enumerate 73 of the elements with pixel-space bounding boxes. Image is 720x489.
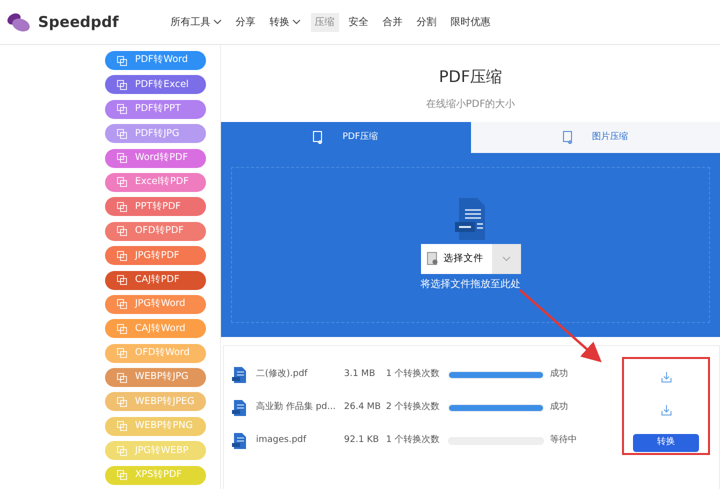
document-icon (117, 177, 127, 188)
document-icon (117, 104, 127, 114)
sidebar-item[interactable]: Excel转PDF (105, 172, 206, 192)
file-size: 92.1 KB (344, 434, 380, 448)
file-icon (426, 252, 438, 266)
sidebar-item[interactable]: JPG转PDF (105, 246, 206, 266)
document-icon (117, 421, 127, 432)
sidebar-item[interactable]: PPT转PDF (105, 197, 206, 216)
nav-link[interactable]: 分享 (232, 12, 260, 32)
document-icon (117, 299, 127, 310)
document-icon (117, 226, 127, 236)
nav-link[interactable]: 所有工具 (166, 12, 226, 32)
document-icon (117, 324, 127, 334)
conversion-count: 2 个转换次数 (386, 401, 441, 414)
file-name: images.pdf (256, 434, 308, 448)
document-icon (117, 250, 127, 261)
download-button[interactable] (660, 404, 672, 416)
download-button[interactable] (660, 372, 672, 382)
document-icon (117, 202, 127, 212)
nav-link[interactable]: 分割 (412, 12, 441, 32)
file-icon (313, 130, 324, 144)
download-icon (660, 404, 672, 416)
file-status: 成功 (550, 401, 568, 414)
download-icon (660, 372, 672, 382)
nav-link[interactable]: 压缩 (310, 12, 339, 32)
pdf-file-icon (232, 433, 246, 449)
file-size: 3.1 MB (344, 368, 376, 382)
conversion-count: 1 个转换次数 (386, 434, 441, 448)
file-icon (562, 130, 574, 144)
document-icon (117, 470, 127, 480)
sidebar-item[interactable]: OFD转PDF (105, 222, 206, 241)
sidebar-item[interactable]: OFD转Word (105, 344, 206, 363)
sidebar-item[interactable]: WEBP转JPG (105, 368, 206, 388)
file-name: 二(修改).pdf (256, 368, 308, 382)
sidebar-item[interactable]: PDF转Word (105, 51, 206, 70)
sidebar-item[interactable]: PDF转JPG (105, 124, 206, 144)
sidebar-item[interactable]: PDF转PPT (105, 100, 206, 119)
file-name: 高业勤 作品集 pd... (256, 401, 337, 414)
pdf-file-icon (232, 400, 246, 416)
caret-icon (502, 256, 510, 262)
page-title: PDF压缩 (438, 66, 504, 88)
document-icon (117, 153, 127, 164)
drop-hint: 将选择文件拖放至此处 (420, 278, 520, 292)
file-size: 26.4 MB (344, 401, 382, 414)
nav-link[interactable]: 安全 (344, 12, 373, 32)
tab[interactable]: PDF压缩 (221, 122, 470, 153)
nav-link[interactable]: 转换 (266, 12, 305, 32)
document-icon (117, 396, 127, 407)
document-icon (117, 128, 127, 139)
file-status: 成功 (550, 368, 568, 382)
sidebar-item[interactable]: Word转PDF (105, 148, 206, 168)
document-icon (117, 446, 127, 456)
nav-link[interactable]: 合并 (378, 12, 407, 32)
sidebar-item[interactable]: CAJ转Word (105, 319, 206, 338)
sidebar-item[interactable]: WEBP转JPEG (105, 392, 206, 412)
sidebar-item[interactable]: CAJ转PDF (105, 270, 206, 290)
sidebar-item[interactable]: PDF转Excel (105, 75, 206, 94)
document-icon (117, 80, 127, 90)
tab[interactable]: 图片压缩 (470, 122, 720, 153)
sidebar-item[interactable]: JPG转Word (105, 294, 206, 314)
convert-button[interactable]: 转换 (633, 434, 699, 452)
logo-text: Speedpdf (38, 12, 119, 33)
page-subtitle: 在线缩小PDF的大小 (424, 98, 516, 112)
dropdown-button[interactable] (492, 244, 520, 274)
document-icon (117, 56, 127, 66)
file-status: 等待中 (550, 434, 577, 448)
nav-link[interactable]: 限时优惠 (446, 12, 495, 32)
document-icon (117, 348, 127, 358)
conversion-count: 1 个转换次数 (386, 368, 441, 382)
document-icon (117, 275, 127, 286)
pdf-file-icon (232, 367, 246, 383)
pdf-file-icon (454, 198, 486, 240)
document-icon (117, 372, 127, 383)
